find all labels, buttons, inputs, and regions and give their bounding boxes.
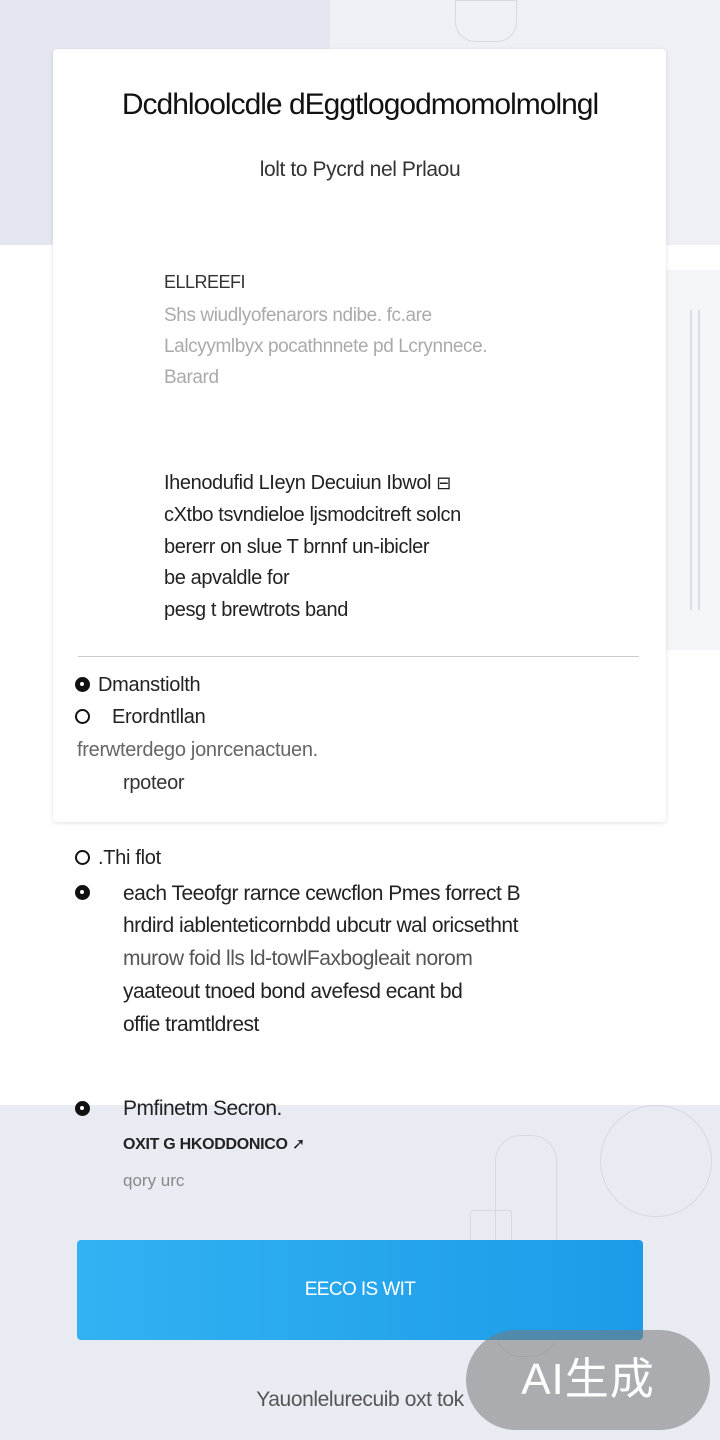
background-sketch-top (455, 0, 517, 42)
section-label: ELLREEFI (164, 272, 246, 292)
ai-generated-badge: AI生成 (466, 1330, 710, 1430)
list-entry-line: each Teeofgr rarnce cewcflon Pmes forrec… (123, 882, 521, 905)
primary-action-button[interactable]: EECO IS WIT (77, 1240, 643, 1340)
body-line: pesg t brewtrots band (164, 599, 348, 621)
list-entry-marker (75, 882, 98, 905)
option-item-1-label: Dmanstiolth (98, 674, 201, 696)
arrow-icon: ➚ (291, 1136, 305, 1153)
section-small-text: qory urc (123, 1171, 185, 1190)
list-entry-line: offie tramtldrest (123, 1013, 259, 1036)
body-line: Ihenodufid LIeyn Decuiun Ibwol ⊟ (164, 472, 451, 494)
background-sketch-circle (600, 1105, 712, 1217)
background-right-line (690, 310, 700, 610)
option-item-2[interactable]: Erordntllan (75, 706, 206, 729)
numbered-circle-icon (75, 1101, 90, 1116)
list-entry-line: hrdird iablenteticornbdd ubcutr wal oric… (123, 914, 518, 937)
description-line: Barard (164, 367, 219, 388)
list-heading: .Thi flot (75, 847, 161, 870)
option-item-1[interactable]: Dmanstiolth (75, 674, 201, 697)
radio-dot-icon (75, 677, 90, 692)
description-line: Lalcyymlbyx pocathnnete pd Lcrynnece. (164, 336, 488, 357)
card-title: Dcdhloolcdle dEggtlogodmomolmolngl (121, 88, 599, 121)
option-item-2-subtext: rpoteor (123, 772, 185, 794)
description-line: Shs wiudlyofenarors ndibe. fc.are (164, 305, 432, 326)
section-caps-label: OXIT G HKODDONICO ➚ (123, 1136, 305, 1153)
section-marker (75, 1098, 98, 1121)
body-line: cXtbo tsvndieloe ljsmodcitreft solcn (164, 504, 461, 526)
list-heading-label: .Thi flot (98, 847, 161, 869)
section-title: Pmfinetm Secron. (123, 1097, 282, 1120)
numbered-circle-icon (75, 885, 90, 900)
body-line: bererr on slue T brnnf un-ibicler (164, 536, 430, 558)
list-entry-line: murow foid lls ld-towlFaxbogleait norom (123, 947, 473, 970)
option-item-2-label: Erordntllan (112, 706, 206, 728)
card-subtitle: lolt to Pycrd nel Prlaou (259, 158, 461, 181)
card-divider (78, 656, 639, 657)
bookmark-icon: ⊟ (436, 473, 451, 493)
info-circle-icon (75, 850, 90, 865)
list-entry-line: yaateout tnoed bond avefesd ecant bd (123, 980, 463, 1003)
body-line: be apvaldle for (164, 567, 290, 589)
option-item-2-description: frerwterdego jonrcenactuen. (77, 739, 318, 761)
radio-ring-icon (75, 709, 90, 724)
